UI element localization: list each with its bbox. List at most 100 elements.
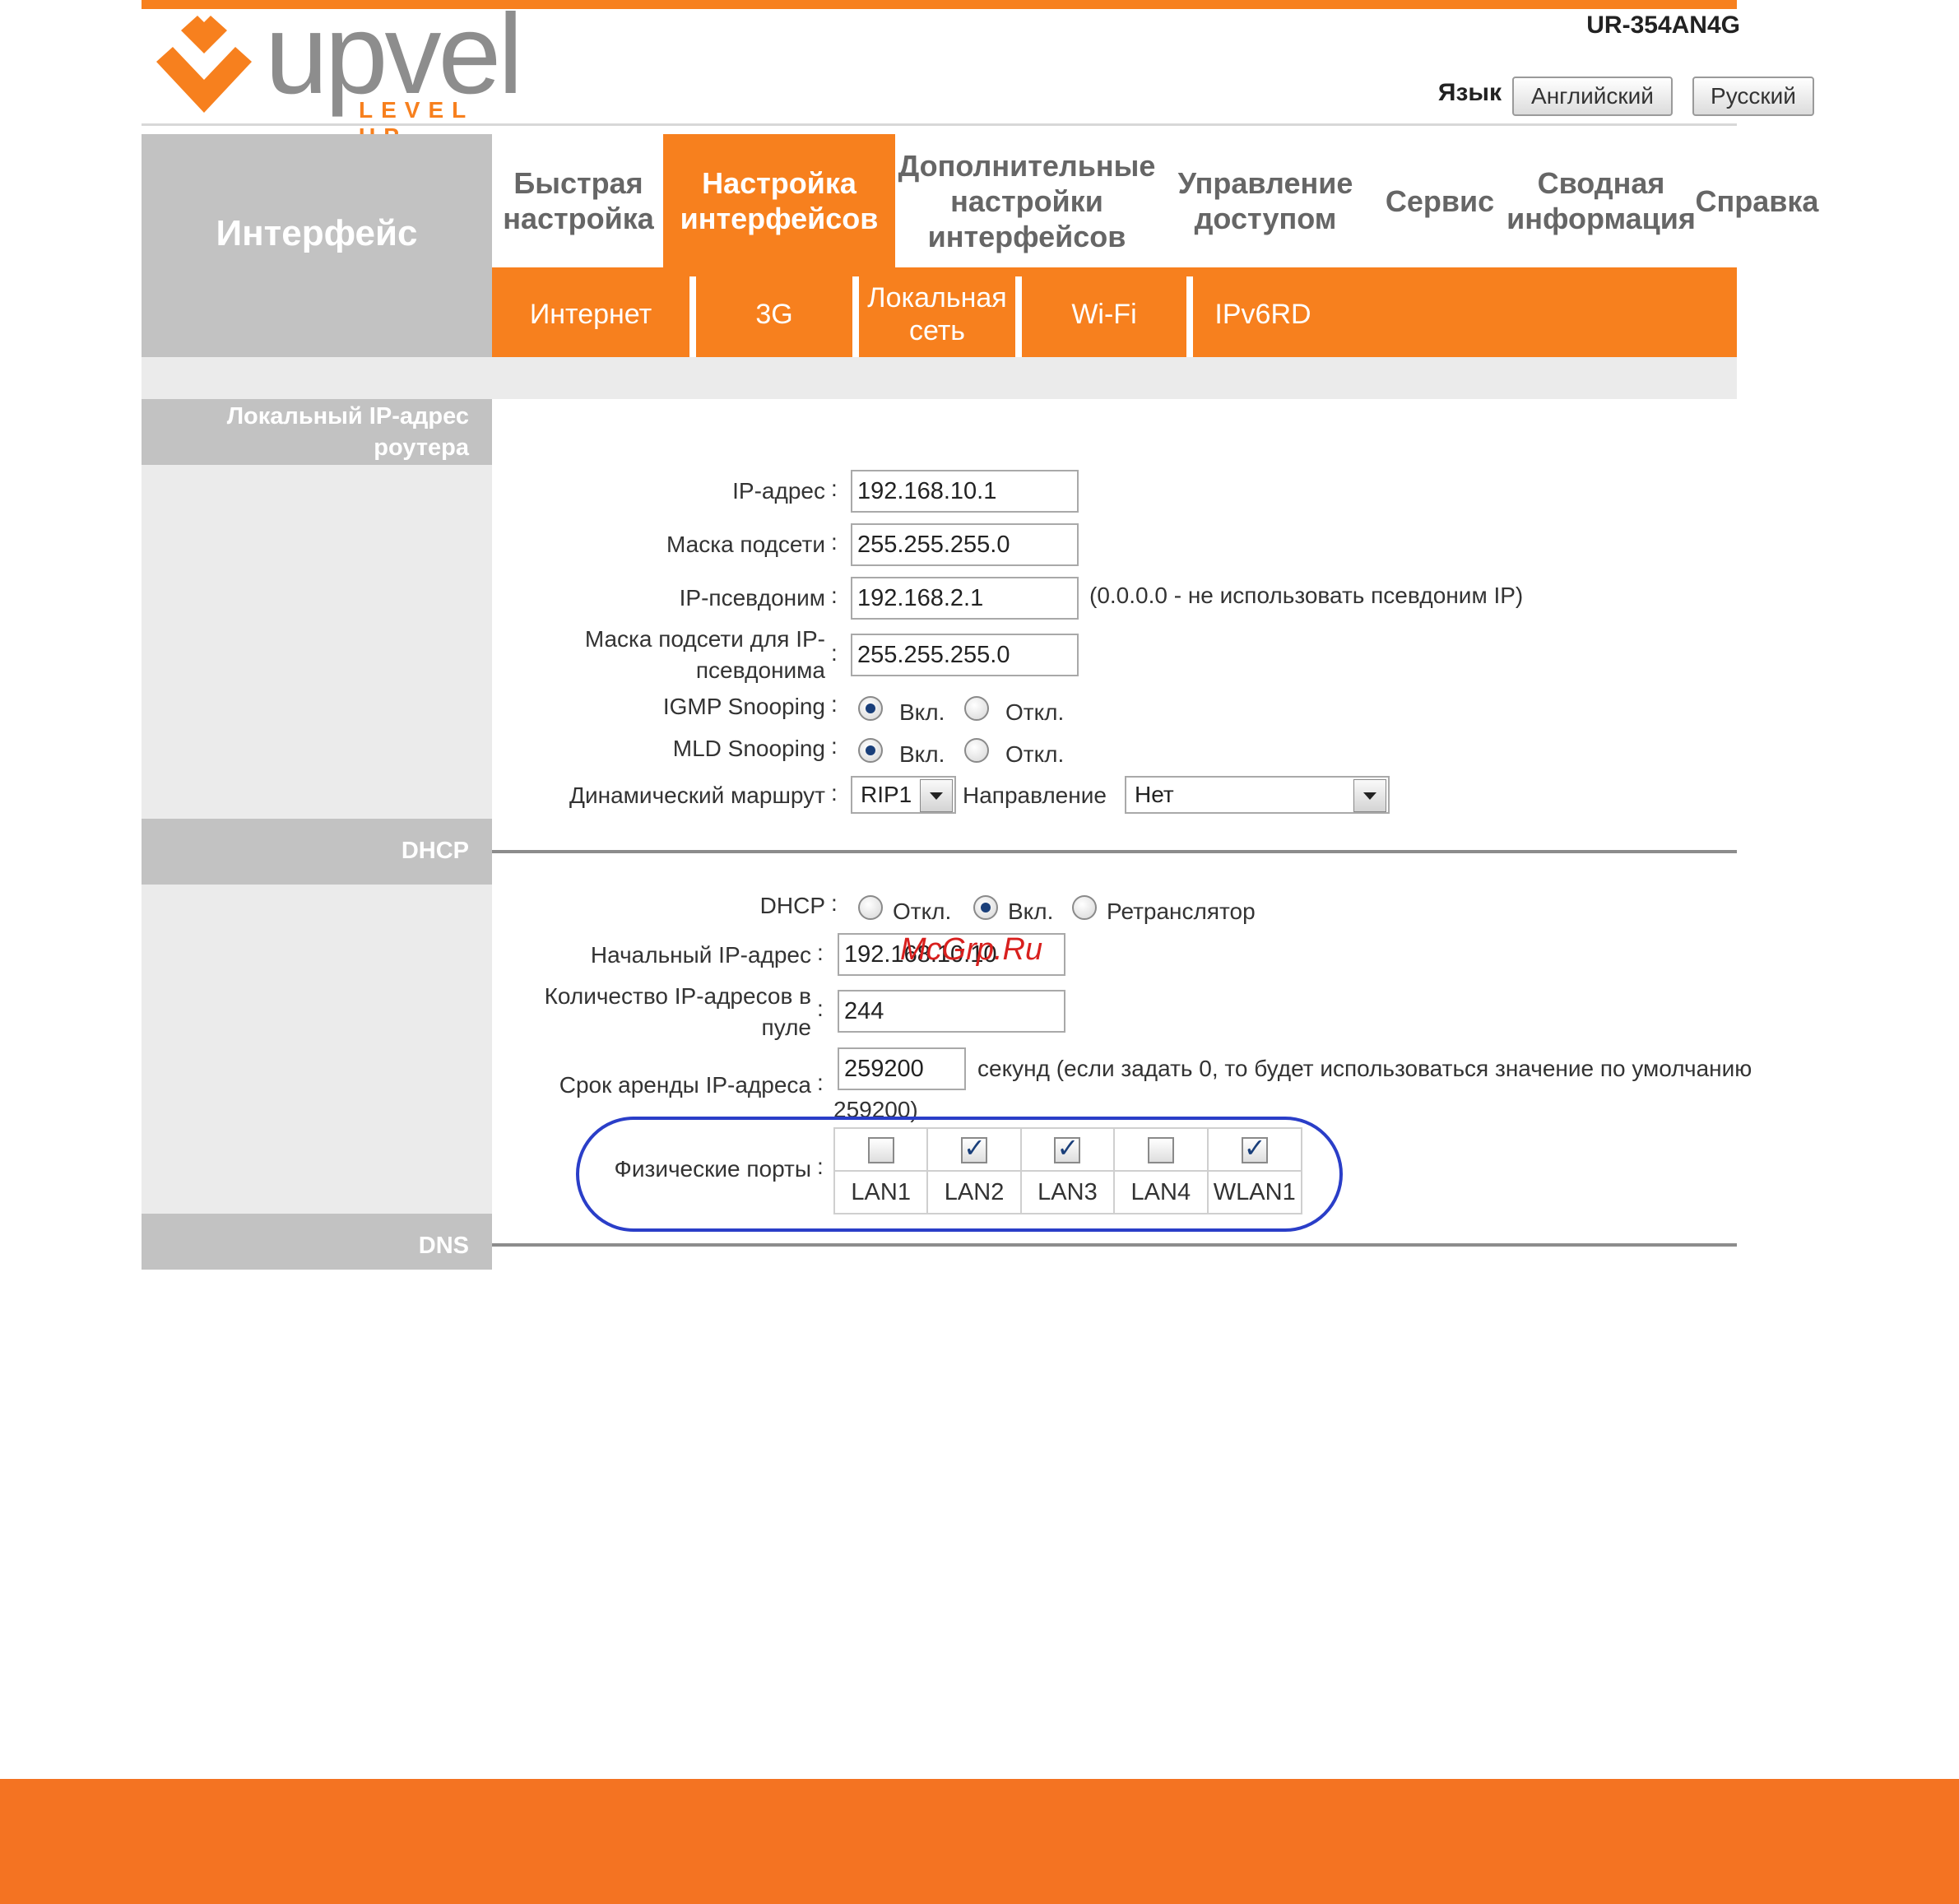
- igmp-off-radio[interactable]: [964, 696, 989, 721]
- colon: :: [831, 733, 838, 759]
- nav-quick-setup[interactable]: Быстрая настройка: [492, 134, 665, 267]
- upvel-logo: upvel LEVEL UP: [148, 0, 523, 149]
- alias-mask-input[interactable]: 255.255.255.0: [851, 634, 1079, 676]
- direction-label: Направление: [963, 782, 1107, 808]
- subnav-underline-strip: [142, 357, 1737, 399]
- lease-time-label: Срок аренды IP-адреса: [559, 1072, 811, 1098]
- subnav-internet[interactable]: Интернет: [492, 272, 689, 357]
- mld-on-label: Вкл.: [899, 741, 945, 767]
- port-cell: [1019, 1127, 1116, 1172]
- physical-ports-label: Физические порты: [614, 1156, 811, 1182]
- dynamic-route-select[interactable]: RIP1: [851, 776, 956, 814]
- subnet-mask-input[interactable]: 255.255.255.0: [851, 523, 1079, 566]
- footer-accent-bar: [0, 1779, 1959, 1904]
- language-label: Язык: [1437, 79, 1502, 106]
- section-dns-title: DNS: [142, 1214, 492, 1270]
- nav-help[interactable]: Справка: [1693, 134, 1821, 267]
- colon: :: [831, 476, 838, 501]
- pool-size-input[interactable]: 244: [838, 990, 1065, 1033]
- dynamic-route-label: Динамический маршрут: [569, 782, 825, 808]
- subnav-3g[interactable]: 3G: [696, 272, 852, 357]
- subnav-separator: [1186, 276, 1193, 357]
- lease-time-input[interactable]: 259200: [838, 1047, 966, 1090]
- ip-alias-input[interactable]: 192.168.2.1: [851, 577, 1079, 620]
- port-lan3-checkbox[interactable]: [1054, 1132, 1081, 1163]
- sidebar-fill: [142, 465, 492, 819]
- port-lan4-label: LAN4: [1113, 1170, 1209, 1214]
- mld-snooping-label: MLD Snooping: [672, 736, 825, 761]
- subnet-mask-label: Маска подсети: [666, 532, 825, 557]
- port-lan2-checkbox[interactable]: [961, 1132, 988, 1163]
- sidebar-fill: [142, 885, 492, 1214]
- dns-section-rule: [492, 1243, 1737, 1247]
- dynamic-route-value: RIP1: [861, 782, 912, 807]
- ports-checkbox-row: [833, 1127, 1302, 1172]
- nav-service[interactable]: Сервис: [1372, 134, 1507, 267]
- subnav-wifi[interactable]: Wi-Fi: [1022, 272, 1186, 357]
- mld-off-label: Откл.: [1005, 741, 1065, 767]
- igmp-off-label: Откл.: [1005, 699, 1065, 725]
- dhcp-relay-radio[interactable]: [1072, 895, 1097, 920]
- dhcp-mode-label: DHCP: [759, 893, 825, 918]
- english-button[interactable]: Английский: [1512, 77, 1673, 116]
- ports-label-row: LAN1 LAN2 LAN3 LAN4 WLAN1: [833, 1170, 1302, 1214]
- igmp-on-label: Вкл.: [899, 699, 945, 725]
- port-cell: [926, 1127, 1022, 1172]
- russian-button[interactable]: Русский: [1692, 77, 1814, 116]
- port-lan2-label: LAN2: [926, 1170, 1022, 1214]
- colon: :: [831, 780, 838, 806]
- subnav-separator: [852, 276, 859, 357]
- start-ip-label: Начальный IP-адрес: [590, 942, 811, 968]
- colon: :: [831, 890, 838, 916]
- dhcp-off-label: Откл.: [893, 899, 952, 924]
- port-lan4-checkbox[interactable]: [1147, 1136, 1174, 1163]
- port-cell: [833, 1127, 929, 1172]
- mld-off-radio[interactable]: [964, 738, 989, 763]
- direction-select[interactable]: Нет: [1125, 776, 1390, 814]
- section-dhcp-title: DHCP: [142, 819, 492, 885]
- colon: :: [817, 1154, 824, 1179]
- sidebar-title: Интерфейс: [142, 134, 492, 357]
- section-lan-ip-title: Локальный IP-адрес роутера: [142, 399, 492, 465]
- header-divider: [142, 123, 1737, 126]
- port-wlan1-label: WLAN1: [1206, 1170, 1302, 1214]
- chevron-down-icon[interactable]: [920, 779, 953, 812]
- dhcp-relay-label: Ретранслятор: [1107, 899, 1256, 924]
- logo-chevron-icon: [156, 16, 252, 113]
- igmp-on-radio[interactable]: [858, 696, 883, 721]
- colon: :: [831, 691, 838, 717]
- port-lan1-label: LAN1: [833, 1170, 929, 1214]
- port-wlan1-checkbox[interactable]: [1241, 1132, 1268, 1163]
- subnav-lan[interactable]: Локальная сеть: [859, 272, 1015, 357]
- port-lan3-label: LAN3: [1019, 1170, 1116, 1214]
- nav-summary[interactable]: Сводная информация: [1506, 134, 1696, 267]
- nav-advanced-interface[interactable]: Дополнительные настройки интерфейсов: [895, 134, 1158, 267]
- colon: :: [817, 940, 824, 965]
- port-cell: [1206, 1127, 1302, 1172]
- dhcp-off-radio[interactable]: [858, 895, 883, 920]
- ip-address-label: IP-адрес: [732, 478, 825, 504]
- nav-access-control[interactable]: Управление доступом: [1158, 134, 1372, 267]
- nav-interface-setup[interactable]: Настройка интерфейсов: [663, 134, 895, 267]
- port-cell: [1113, 1127, 1209, 1172]
- lease-time-note: секунд (если задать 0, то будет использо…: [977, 1056, 1752, 1081]
- mld-on-radio[interactable]: [858, 738, 883, 763]
- port-lan1-checkbox[interactable]: [867, 1136, 894, 1163]
- model-name: UR-354AN4G: [1586, 12, 1740, 39]
- colon: :: [817, 996, 824, 1021]
- igmp-snooping-label: IGMP Snooping: [662, 694, 825, 719]
- physical-ports-table: LAN1 LAN2 LAN3 LAN4 WLAN1: [833, 1127, 1302, 1214]
- alias-mask-label: Маска подсети для IP-псевдонима: [584, 626, 825, 683]
- colon: :: [831, 640, 838, 666]
- chevron-down-icon[interactable]: [1353, 779, 1386, 812]
- colon: :: [831, 529, 838, 555]
- colon: :: [831, 583, 838, 608]
- direction-value: Нет: [1135, 782, 1174, 807]
- dhcp-on-radio[interactable]: [973, 895, 998, 920]
- pool-size-label: Количество IP-адресов в пуле: [544, 983, 811, 1040]
- dhcp-on-label: Вкл.: [1008, 899, 1054, 924]
- ip-address-input[interactable]: 192.168.10.1: [851, 470, 1079, 513]
- subnav-ipv6rd[interactable]: IPv6RD: [1193, 272, 1333, 357]
- dhcp-section-rule: [492, 850, 1737, 853]
- ip-alias-label: IP-псевдоним: [679, 585, 825, 611]
